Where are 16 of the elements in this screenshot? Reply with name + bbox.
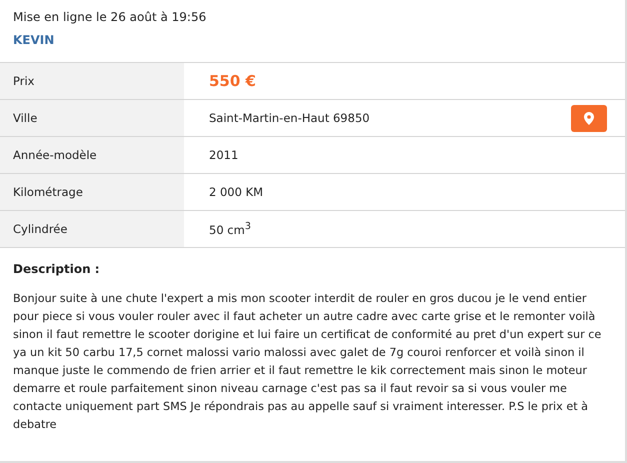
detail-value: 2011 [209,148,238,162]
seller-name[interactable]: KEVIN [13,33,612,47]
posted-date: Mise en ligne le 26 août à 19:56 [13,10,208,24]
map-button[interactable] [571,104,607,132]
detail-label: Prix [0,63,184,99]
detail-label: Cylindrée [0,211,184,247]
detail-label: Kilométrage [0,174,184,210]
detail-value: 2 000 KM [209,185,264,199]
detail-value: 50 cm$^{3}$ [209,221,251,237]
detail-label: Année-modèle [0,137,184,173]
detail-label: Ville [0,100,184,136]
description-heading: Description : [13,262,101,276]
description-text: Bonjour suite à une chute l'expert a mis mon scooter interdit de rouler en gros ducou je le vend entier pour piece si vous vouler rouler avec il faut acheter un autre cadre avec carte grise et le remonter voilà sinon il faut remettre le scooter dorigine et lui faire un certificat de conformité au pret d'un expert sur ce ya un kit 50 carbu 17,5 cornet malossi vario malossi avec galet de 7g couroi renforcer et voilà sinon il manque juste le commendo de frien arrier et il faut remettre le kik correctement mais sinon le moteur demarre et roule parfaitement sinon niveau carnage c'est pas sa il faut revoir sa si vous vouler me contacte uniquement part SMS Je répondrais pas au appelle sauf si vraiment interesser. P.S le prix et à debatre [13,291,602,433]
detail-value: Saint-Martin-en-Haut 69850 [209,111,370,125]
detail-value: 550 € [209,72,256,90]
location-pin-icon [584,112,594,124]
